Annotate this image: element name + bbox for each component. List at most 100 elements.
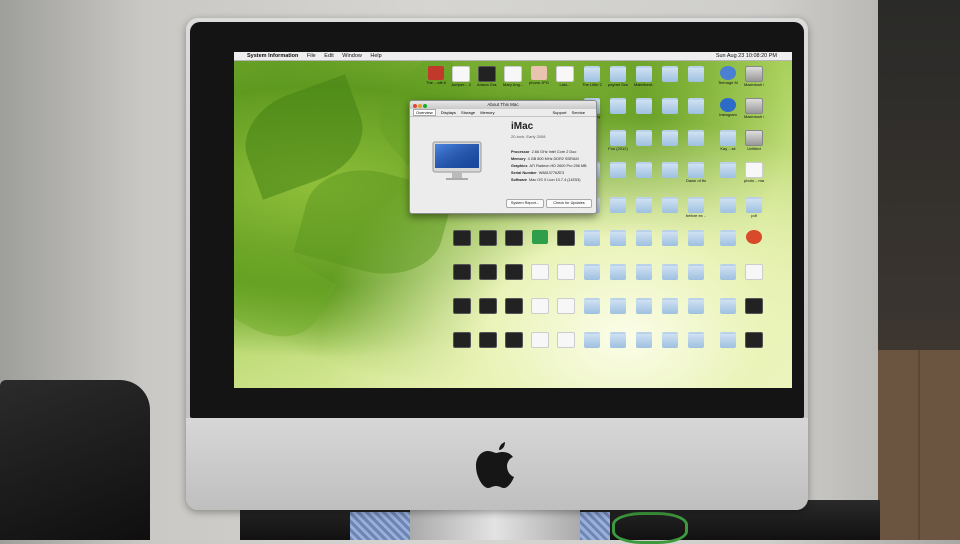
folder-icon[interactable]: before ex ...pes bbox=[686, 197, 706, 218]
desktop-icon[interactable]: Ariana Gra...4 bbox=[477, 66, 497, 87]
tab-service[interactable]: Service bbox=[572, 110, 585, 115]
folder-icon[interactable] bbox=[608, 298, 628, 314]
desktop-icon[interactable] bbox=[452, 264, 472, 280]
desktop-icon[interactable]: The ...afé.tif bbox=[426, 66, 446, 85]
desktop-icon[interactable] bbox=[530, 298, 550, 314]
desktop-icon[interactable] bbox=[556, 264, 576, 280]
folder-icon[interactable]: Fun (2012) bbox=[608, 130, 628, 151]
menu-help[interactable]: Help bbox=[370, 53, 381, 59]
folder-icon[interactable] bbox=[660, 264, 680, 280]
folder-icon[interactable] bbox=[718, 197, 738, 213]
folder-icon[interactable] bbox=[608, 162, 628, 178]
folder-icon[interactable] bbox=[718, 332, 738, 348]
folder-icon[interactable] bbox=[718, 230, 738, 246]
tab-displays[interactable]: Displays bbox=[441, 110, 456, 115]
folder-icon[interactable] bbox=[608, 98, 628, 114]
desktop-icon[interactable] bbox=[478, 332, 498, 348]
desktop-icon[interactable] bbox=[744, 298, 764, 314]
folder-icon[interactable] bbox=[686, 264, 706, 280]
folder-icon[interactable]: paynet Screen... bbox=[608, 66, 628, 87]
menu-clock[interactable]: Sun Aug 23 10:08:20 PM bbox=[716, 52, 777, 60]
desktop-icon[interactable] bbox=[530, 332, 550, 348]
desktop-icon[interactable]: Mary Ang...ocx bbox=[503, 66, 523, 87]
hard-drive-icon[interactable]: Macintosh HD bbox=[744, 66, 764, 87]
desktop-icon[interactable] bbox=[504, 230, 524, 246]
folder-icon[interactable] bbox=[718, 264, 738, 280]
desktop-icon[interactable] bbox=[556, 332, 576, 348]
folder-icon[interactable] bbox=[582, 264, 602, 280]
folder-icon[interactable]: Kay ...sk bbox=[718, 130, 738, 151]
folder-icon[interactable] bbox=[582, 332, 602, 348]
menu-edit[interactable]: Edit bbox=[324, 53, 333, 59]
folder-icon[interactable]: Maleficent... bbox=[634, 66, 654, 87]
folder-icon[interactable] bbox=[660, 332, 680, 348]
folder-icon[interactable] bbox=[660, 98, 680, 114]
tab-memory[interactable]: Memory bbox=[480, 110, 494, 115]
menu-window[interactable]: Window bbox=[342, 53, 362, 59]
folder-icon[interactable] bbox=[608, 264, 628, 280]
desktop-icon[interactable] bbox=[530, 230, 550, 244]
folder-icon[interactable]: pdf bbox=[744, 197, 764, 218]
folder-icon[interactable] bbox=[660, 298, 680, 314]
desktop-icon[interactable]: Jumper... 200 .jpg bbox=[451, 66, 471, 87]
folder-icon[interactable] bbox=[686, 230, 706, 246]
desktop-icon[interactable]: Instagram bbox=[718, 98, 738, 117]
folder-icon[interactable] bbox=[686, 332, 706, 348]
desktop-icon[interactable] bbox=[452, 332, 472, 348]
check-updates-button[interactable]: Check for Updates bbox=[546, 199, 592, 208]
desktop-icon[interactable] bbox=[556, 230, 576, 246]
menu-file[interactable]: File bbox=[307, 53, 316, 59]
folder-icon[interactable] bbox=[582, 298, 602, 314]
hard-drive-icon[interactable]: Macintosh HD bbox=[744, 98, 764, 119]
desktop-icon[interactable] bbox=[478, 264, 498, 280]
folder-icon[interactable] bbox=[608, 197, 628, 213]
folder-icon[interactable]: The Little Cat...CQ bbox=[582, 66, 602, 87]
folder-icon[interactable] bbox=[686, 66, 706, 82]
folder-icon[interactable]: Dawn of the ...pes bbox=[686, 162, 706, 183]
folder-icon[interactable] bbox=[660, 162, 680, 178]
folder-icon[interactable] bbox=[634, 264, 654, 280]
desktop-icon[interactable] bbox=[504, 264, 524, 280]
desktop-icon[interactable]: Teenage Mutant... bbox=[718, 66, 738, 85]
desktop-icon[interactable] bbox=[556, 298, 576, 314]
hard-drive-icon[interactable]: Untitled bbox=[744, 130, 764, 151]
folder-icon[interactable] bbox=[660, 197, 680, 213]
folder-icon[interactable] bbox=[634, 197, 654, 213]
folder-icon[interactable] bbox=[686, 98, 706, 114]
folder-icon[interactable] bbox=[634, 332, 654, 348]
folder-icon[interactable] bbox=[634, 130, 654, 146]
desktop-icon[interactable] bbox=[478, 230, 498, 246]
tab-overview[interactable]: Overview bbox=[413, 109, 436, 116]
folder-icon[interactable] bbox=[660, 130, 680, 146]
app-menu[interactable]: System Information bbox=[247, 53, 298, 59]
desktop-icon[interactable] bbox=[744, 230, 764, 244]
desktop-icon[interactable]: photo ...mask bbox=[744, 162, 764, 183]
folder-icon[interactable] bbox=[634, 298, 654, 314]
folder-icon[interactable] bbox=[608, 230, 628, 246]
desktop-icon[interactable] bbox=[504, 332, 524, 348]
folder-icon[interactable] bbox=[660, 66, 680, 82]
desktop-icon[interactable] bbox=[504, 298, 524, 314]
folder-icon[interactable] bbox=[718, 162, 738, 178]
minimize-icon[interactable] bbox=[418, 104, 422, 108]
desktop-icon[interactable] bbox=[478, 298, 498, 314]
folder-icon[interactable] bbox=[686, 298, 706, 314]
folder-icon[interactable] bbox=[686, 130, 706, 146]
folder-icon[interactable] bbox=[634, 98, 654, 114]
folder-icon[interactable] bbox=[660, 230, 680, 246]
desktop-icon[interactable]: Lato... bbox=[555, 66, 575, 87]
folder-icon[interactable] bbox=[718, 298, 738, 314]
folder-icon[interactable] bbox=[634, 162, 654, 178]
desktop-icon[interactable] bbox=[530, 264, 550, 280]
folder-icon[interactable] bbox=[634, 230, 654, 246]
desktop-icon[interactable] bbox=[452, 230, 472, 246]
desktop-icon[interactable]: phone.JPG bbox=[529, 66, 549, 85]
desktop-icon[interactable] bbox=[452, 298, 472, 314]
close-icon[interactable] bbox=[413, 104, 417, 108]
tab-support[interactable]: Support bbox=[553, 110, 567, 115]
system-report-button[interactable]: System Report... bbox=[506, 199, 544, 208]
desktop-icon[interactable] bbox=[744, 332, 764, 348]
tab-storage[interactable]: Storage bbox=[461, 110, 475, 115]
folder-icon[interactable] bbox=[608, 332, 628, 348]
desktop-icon[interactable] bbox=[744, 264, 764, 280]
